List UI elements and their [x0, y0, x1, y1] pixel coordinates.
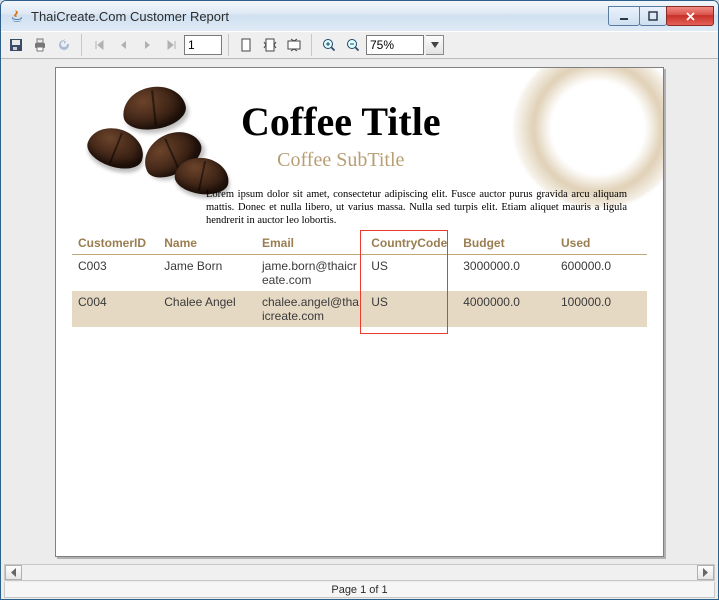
- col-countrycode: CountryCode: [365, 232, 457, 255]
- cell: chalee.angel@thaicreate.com: [256, 291, 365, 327]
- window-title: ThaiCreate.Com Customer Report: [31, 9, 609, 24]
- col-used: Used: [555, 232, 647, 255]
- fit-width-button[interactable]: [283, 34, 305, 56]
- page-footer: Page 1 of 1: [4, 582, 715, 598]
- separator: [81, 34, 82, 56]
- separator: [228, 34, 229, 56]
- scroll-track[interactable]: [22, 565, 697, 580]
- table-row: C004 Chalee Angel chalee.angel@thaicreat…: [72, 291, 647, 327]
- report-description: Lorem ipsum dolor sit amet, consectetur …: [206, 188, 627, 227]
- cell: 100000.0: [555, 291, 647, 327]
- col-email: Email: [256, 232, 365, 255]
- report-subtitle: Coffee SubTitle: [241, 149, 441, 172]
- paper-area: Coffee Title Coffee SubTitle Lorem ipsum…: [55, 67, 664, 557]
- toolbar: [1, 31, 718, 59]
- report-page: Coffee Title Coffee SubTitle Lorem ipsum…: [55, 67, 664, 557]
- window-frame: ThaiCreate.Com Customer Report: [0, 0, 719, 600]
- scroll-left-button[interactable]: [5, 565, 22, 580]
- zoom-out-button[interactable]: [342, 34, 364, 56]
- zoom-dropdown-button[interactable]: [426, 35, 444, 55]
- zoom-in-button[interactable]: [318, 34, 340, 56]
- scroll-right-button[interactable]: [697, 565, 714, 580]
- prev-page-button[interactable]: [112, 34, 134, 56]
- separator: [311, 34, 312, 56]
- zoom-input[interactable]: [366, 35, 424, 55]
- report-table: CustomerID Name Email CountryCode Budget…: [72, 232, 647, 327]
- report-title: Coffee Title: [241, 98, 441, 145]
- cell: C004: [72, 291, 158, 327]
- cell: US: [365, 255, 457, 292]
- horizontal-scrollbar[interactable]: [4, 564, 715, 581]
- cell: C003: [72, 255, 158, 292]
- coffee-stain-image: [513, 67, 664, 208]
- titlebar[interactable]: ThaiCreate.Com Customer Report: [1, 1, 718, 31]
- cell: 600000.0: [555, 255, 647, 292]
- table-row: C003 Jame Born jame.born@thaicreate.com …: [72, 255, 647, 292]
- close-button[interactable]: [666, 6, 714, 26]
- col-customerid: CustomerID: [72, 232, 158, 255]
- next-page-button[interactable]: [136, 34, 158, 56]
- first-page-button[interactable]: [88, 34, 110, 56]
- cell: jame.born@thaicreate.com: [256, 255, 365, 292]
- coffee-beans-image: [80, 88, 230, 198]
- report-viewer: Coffee Title Coffee SubTitle Lorem ipsum…: [1, 59, 718, 599]
- page-number-input[interactable]: [184, 35, 222, 55]
- report-table-wrap: CustomerID Name Email CountryCode Budget…: [72, 232, 647, 327]
- reload-button[interactable]: [53, 34, 75, 56]
- cell: US: [365, 291, 457, 327]
- col-budget: Budget: [457, 232, 555, 255]
- cell: 3000000.0: [457, 255, 555, 292]
- maximize-button[interactable]: [639, 6, 667, 26]
- cell: 4000000.0: [457, 291, 555, 327]
- cell: Jame Born: [158, 255, 256, 292]
- last-page-button[interactable]: [160, 34, 182, 56]
- java-icon: [9, 8, 25, 24]
- actual-size-button[interactable]: [235, 34, 257, 56]
- fit-page-button[interactable]: [259, 34, 281, 56]
- minimize-button[interactable]: [608, 6, 640, 26]
- cell: Chalee Angel: [158, 291, 256, 327]
- window-buttons: [609, 6, 714, 26]
- save-button[interactable]: [5, 34, 27, 56]
- print-button[interactable]: [29, 34, 51, 56]
- col-name: Name: [158, 232, 256, 255]
- page-indicator: Page 1 of 1: [331, 584, 387, 596]
- table-header-row: CustomerID Name Email CountryCode Budget…: [72, 232, 647, 255]
